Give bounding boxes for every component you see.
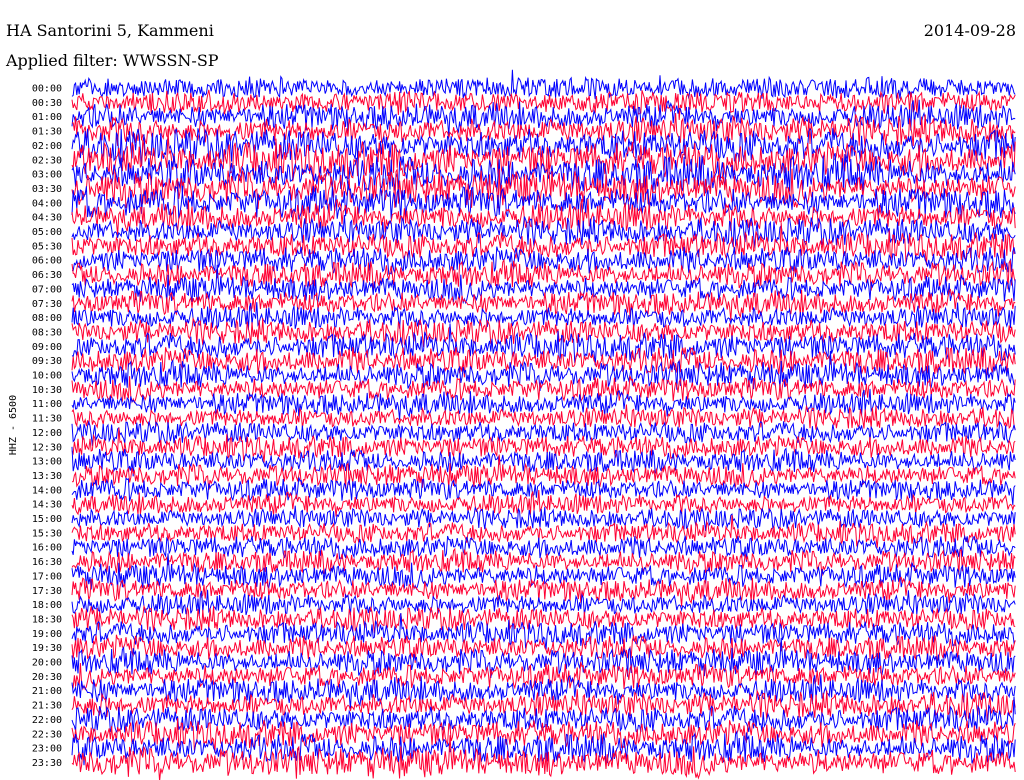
time-label: 23:30 bbox=[32, 758, 62, 769]
date-label: 2014-09-28 bbox=[924, 21, 1016, 40]
trace-line bbox=[71, 302, 1016, 330]
time-label: 11:30 bbox=[32, 414, 62, 425]
time-label: 21:00 bbox=[32, 686, 62, 697]
time-label: 02:30 bbox=[32, 155, 62, 166]
time-label: 17:30 bbox=[32, 586, 62, 597]
time-label: 22:30 bbox=[32, 729, 62, 740]
time-label: 15:00 bbox=[32, 514, 62, 525]
time-label: 05:00 bbox=[32, 227, 62, 238]
time-label: 06:30 bbox=[32, 270, 62, 281]
trace-line bbox=[71, 323, 1016, 366]
time-label: 22:00 bbox=[32, 715, 62, 726]
time-label: 19:00 bbox=[32, 629, 62, 640]
time-label: 12:30 bbox=[32, 442, 62, 453]
time-label: 14:00 bbox=[32, 485, 62, 496]
time-label: 07:00 bbox=[32, 284, 62, 295]
trace-line bbox=[71, 69, 1016, 100]
filter-label: Applied filter: WWSSN-SP bbox=[5, 51, 219, 70]
time-label: 01:00 bbox=[32, 112, 62, 123]
time-label: 13:00 bbox=[32, 457, 62, 468]
trace-line bbox=[71, 505, 1016, 532]
time-label: 08:00 bbox=[32, 313, 62, 324]
time-axis-labels: 00:00 00:30 01:00 01:30 02:00 02:30 03:00 03:30… bbox=[32, 84, 62, 769]
time-label: 02:00 bbox=[32, 141, 62, 152]
time-label: 04:30 bbox=[32, 213, 62, 224]
time-label: 18:00 bbox=[32, 600, 62, 611]
time-label: 10:00 bbox=[32, 371, 62, 382]
time-label: 01:30 bbox=[32, 127, 62, 138]
time-label: 23:00 bbox=[32, 744, 62, 755]
time-label: 10:30 bbox=[32, 385, 62, 396]
time-label: 05:30 bbox=[32, 241, 62, 252]
channel-label: HHZ - 6500 bbox=[8, 395, 19, 455]
time-label: 14:30 bbox=[32, 500, 62, 511]
time-label: 09:30 bbox=[32, 356, 62, 367]
time-label: 03:30 bbox=[32, 184, 62, 195]
time-label: 00:00 bbox=[32, 84, 62, 95]
time-label: 21:30 bbox=[32, 701, 62, 712]
station-title: HA Santorini 5, Kammeni bbox=[6, 21, 214, 40]
time-label: 18:30 bbox=[32, 614, 62, 625]
seismogram-traces bbox=[71, 69, 1016, 780]
trace-line bbox=[71, 489, 1016, 517]
time-label: 11:00 bbox=[32, 399, 62, 410]
time-label: 20:00 bbox=[32, 658, 62, 669]
time-label: 17:00 bbox=[32, 571, 62, 582]
time-label: 13:30 bbox=[32, 471, 62, 482]
helicorder-plot: 00:00 00:30 01:00 01:30 02:00 02:30 03:00 03:30… bbox=[5, 21, 1016, 780]
time-label: 09:00 bbox=[32, 342, 62, 353]
time-label: 16:30 bbox=[32, 557, 62, 568]
time-label: 08:30 bbox=[32, 327, 62, 338]
time-label: 03:00 bbox=[32, 170, 62, 181]
time-label: 12:00 bbox=[32, 428, 62, 439]
time-label: 06:00 bbox=[32, 256, 62, 267]
trace-line bbox=[71, 404, 1016, 430]
time-label: 19:30 bbox=[32, 643, 62, 654]
time-label: 07:30 bbox=[32, 299, 62, 310]
time-label: 04:00 bbox=[32, 198, 62, 209]
time-label: 00:30 bbox=[32, 98, 62, 109]
time-label: 20:30 bbox=[32, 672, 62, 683]
time-label: 15:30 bbox=[32, 528, 62, 539]
time-label: 16:00 bbox=[32, 543, 62, 554]
